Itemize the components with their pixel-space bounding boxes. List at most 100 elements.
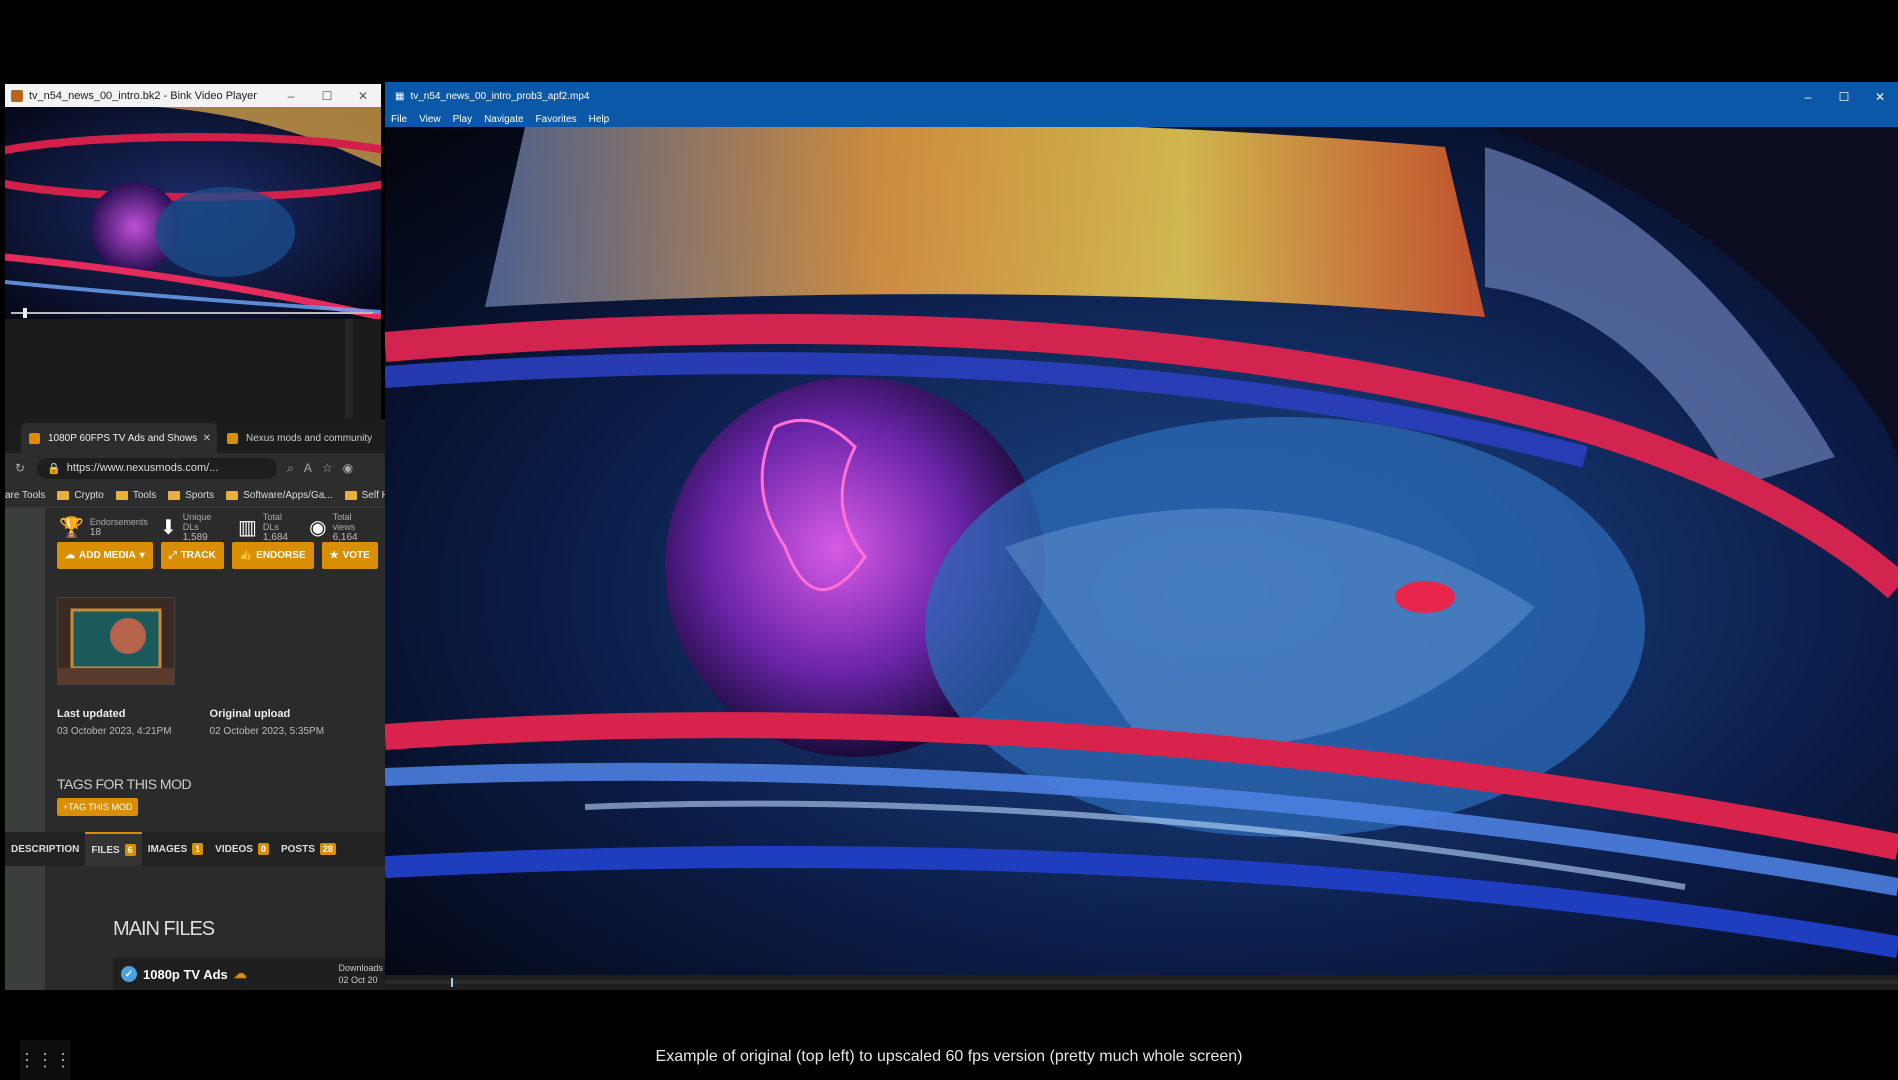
mod-action-buttons: ☁ ADD MEDIA ▾ ⤢ TRACK 👍 ENDORSE ★ VOTE — [57, 542, 378, 569]
tag-this-mod-button[interactable]: +TAG THIS MOD — [57, 798, 139, 816]
tab-nexus-community[interactable]: Nexus mods and community — [219, 423, 385, 453]
tags-heading: TAGS FOR THIS MOD — [57, 776, 192, 792]
mod-page-content: 🏆 Endorsements 18 ⬇ Unique DLs 1,589 ▥ Tot… — [45, 508, 385, 990]
download-cloud-icon[interactable]: ☁ — [234, 966, 247, 982]
main-seek-bar[interactable] — [385, 975, 1898, 990]
count-badge: 0 — [257, 843, 269, 855]
zoom-icon[interactable]: ⌕ — [287, 461, 294, 476]
track-button[interactable]: ⤢ TRACK — [160, 542, 224, 569]
folder-icon — [57, 490, 70, 500]
mod-file-tabs: DESCRIPTION FILES 6 IMAGES 1 VIDEOS 0 POSTS… — [5, 832, 385, 866]
count-badge: 28 — [319, 843, 336, 855]
bink-player-window: tv_n54_news_00_intro.bk2 - Bink Video Pl… — [5, 84, 381, 319]
main-player-titlebar[interactable]: ▦ tv_n54_news_00_intro_prob3_apf2.mp4 – … — [385, 82, 1898, 111]
nexus-favicon — [227, 432, 238, 444]
bink-titlebar[interactable]: tv_n54_news_00_intro.bk2 - Bink Video Pl… — [5, 84, 381, 107]
close-button[interactable]: ✕ — [1862, 82, 1898, 111]
stat-unique-dls: ⬇ Unique DLs 1,589 — [159, 512, 212, 543]
tab-files[interactable]: FILES 6 — [85, 832, 142, 866]
verified-check-icon: ✓ — [121, 966, 137, 982]
seek-track — [385, 980, 1898, 984]
bink-app-icon — [11, 89, 23, 102]
read-aloud-icon[interactable]: A — [304, 461, 312, 475]
bink-seek-bar[interactable] — [11, 308, 373, 318]
upload-icon: ☁ — [65, 550, 75, 561]
download-icon: ⬇ — [159, 517, 177, 539]
minimize-button[interactable]: – — [273, 84, 309, 107]
address-bar: ↻ 🔒 https://www.nexusmods.com/... ⌕ A ☆ … — [5, 453, 385, 483]
tab-images[interactable]: IMAGES 1 — [142, 832, 209, 866]
menu-favorites[interactable]: Favorites — [536, 114, 577, 125]
mod-stats: 🏆 Endorsements 18 ⬇ Unique DLs 1,589 ▥ Tot… — [59, 512, 385, 543]
main-player-window: ▦ tv_n54_news_00_intro_prob3_apf2.mp4 – … — [385, 82, 1898, 990]
tab-nexus-mod-page[interactable]: 1080P 60FPS TV Ads and Shows ✕ — [21, 423, 217, 453]
nexus-favicon — [29, 432, 40, 444]
last-updated: Last updated 03 October 2023, 4:21PM — [57, 708, 172, 737]
bookmark-folder[interactable]: Software/Apps/Ga... — [226, 490, 333, 501]
stat-endorsements: 🏆 Endorsements 18 — [59, 517, 148, 539]
track-icon: ⤢ — [168, 550, 177, 561]
main-player-menubar: File View Play Navigate Favorites Help — [385, 111, 1898, 127]
close-button[interactable]: ✕ — [345, 84, 381, 107]
folder-icon — [226, 490, 239, 500]
star-icon: ★ — [329, 550, 339, 561]
bookmark-folder[interactable]: Tools — [115, 490, 156, 501]
refresh-icon[interactable]: ↻ — [15, 461, 25, 475]
add-media-button[interactable]: ☁ ADD MEDIA ▾ — [57, 542, 153, 569]
lock-icon: 🔒 — [47, 462, 61, 475]
menu-play[interactable]: Play — [453, 114, 472, 125]
player-app-icon: ▦ — [395, 91, 405, 102]
tab-label: Nexus mods and community — [246, 432, 373, 444]
file-row[interactable]: ✓ 1080p TV Ads ☁ Downloads 02 Oct 20 — [113, 958, 385, 990]
bookmarks-bar: are Tools Crypto Tools Sports Software/A… — [5, 483, 385, 508]
minimize-button[interactable]: – — [1790, 82, 1826, 111]
trophy-icon: 🏆 — [59, 517, 84, 539]
bink-video-frame[interactable] — [5, 107, 381, 319]
tab-videos[interactable]: VIDEOS 0 — [209, 832, 275, 866]
bink-scrollbar[interactable] — [345, 319, 353, 419]
folder-icon — [168, 490, 181, 500]
maximize-button[interactable]: ☐ — [1826, 82, 1862, 111]
endorse-button[interactable]: 👍 ENDORSE — [231, 542, 314, 569]
main-video-frame[interactable] — [385, 127, 1898, 975]
favorite-star-icon[interactable]: ☆ — [322, 461, 333, 475]
bookmark-folder[interactable]: are Tools — [5, 490, 45, 501]
mod-thumbnail[interactable] — [57, 597, 175, 685]
file-download-info: Downloads 02 Oct 20 — [338, 963, 383, 985]
browser-window: 1080P 60FPS TV Ads and Shows ✕ Nexus mod… — [5, 419, 385, 990]
video-caption: Example of original (top left) to upscal… — [655, 1048, 1243, 1065]
folder-icon — [115, 490, 128, 500]
tab-label: 1080P 60FPS TV Ads and Shows — [48, 432, 198, 444]
folder-icon — [344, 490, 357, 500]
stat-total-views: ◉ Total views 6,164 — [309, 512, 358, 543]
bink-seek-knob[interactable] — [23, 308, 27, 318]
main-files-heading: MAIN FILES — [113, 918, 215, 940]
mod-dates: Last updated 03 October 2023, 4:21PM Ori… — [57, 708, 324, 737]
menu-file[interactable]: File — [391, 114, 407, 125]
seek-knob[interactable] — [451, 978, 453, 987]
bar-chart-icon: ▥ — [238, 517, 257, 539]
file-name: 1080p TV Ads — [143, 966, 228, 982]
stat-total-dls: ▥ Total DLs 1,684 — [238, 512, 288, 543]
maximize-button[interactable]: ☐ — [309, 84, 345, 107]
bink-window-title: tv_n54_news_00_intro.bk2 - Bink Video Pl… — [29, 89, 257, 102]
bink-empty-area — [5, 319, 381, 419]
menu-help[interactable]: Help — [589, 114, 610, 125]
menu-view[interactable]: View — [419, 114, 441, 125]
main-player-title: tv_n54_news_00_intro_prob3_apf2.mp4 — [410, 91, 590, 102]
mod-page: 🏆 Endorsements 18 ⬇ Unique DLs 1,589 ▥ Tot… — [5, 508, 385, 990]
eye-icon: ◉ — [309, 517, 327, 539]
chevron-down-icon: ▾ — [139, 550, 145, 561]
bookmark-folder[interactable]: Crypto — [57, 490, 104, 501]
tab-description[interactable]: DESCRIPTION — [5, 832, 85, 866]
count-badge: 6 — [124, 844, 136, 856]
thumbs-up-icon: 👍 — [239, 550, 253, 561]
tab-posts[interactable]: POSTS 28 — [275, 832, 342, 866]
url-field[interactable]: 🔒 https://www.nexusmods.com/... — [37, 457, 278, 479]
bookmark-folder[interactable]: Sports — [168, 490, 214, 501]
extension-icon[interactable]: ◉ — [343, 461, 353, 475]
menu-navigate[interactable]: Navigate — [484, 114, 523, 125]
vote-button[interactable]: ★ VOTE — [321, 542, 378, 569]
tab-close-icon[interactable]: ✕ — [203, 433, 211, 444]
bookmark-folder[interactable]: Self Ho — [344, 490, 385, 501]
